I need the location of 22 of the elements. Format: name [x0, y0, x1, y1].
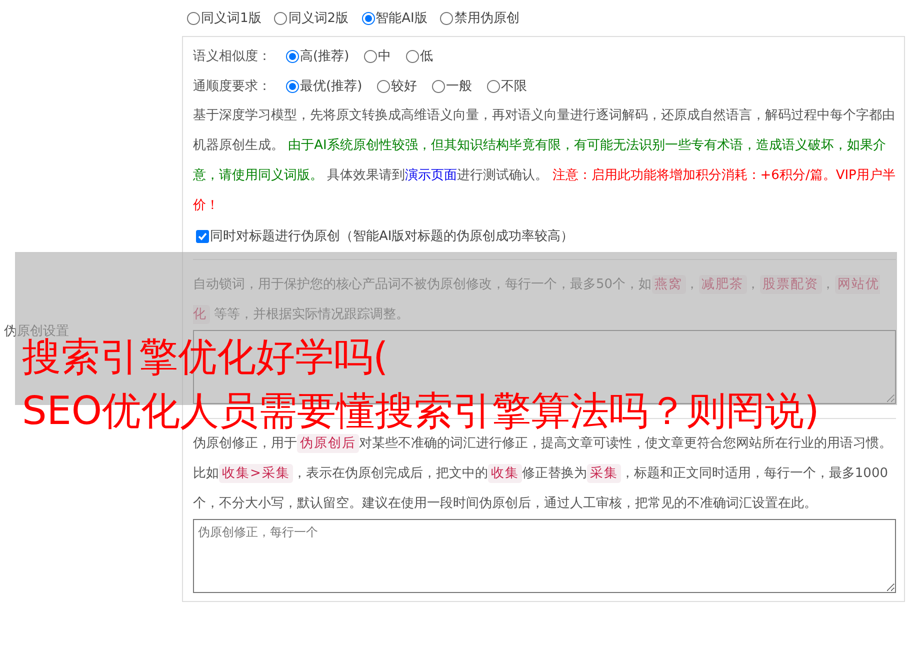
- radio-option[interactable]: 一般: [429, 77, 472, 95]
- radio-option[interactable]: 同义词2版: [271, 9, 349, 27]
- corrections-field[interactable]: 伪原创修正，每行一个: [193, 519, 896, 593]
- description-text: 基于深度学习模型，先将原文转换成高维语义向量，再对语义向量进行逐词解码，还原成自然语言，解码过程中每个字都由机器原创生成。 由于AI系统原创性较强，但其知识结构毕竟有限，有可能无法识别一些专有术语，造成语义破坏，如果介意，请使用同义词版。 具体效果请到演示页面进行测试确认。 注意：启用此功能将增加积分消耗：+6积分/篇。VIP用户半价！: [193, 107, 896, 215]
- check-icon: [198, 232, 207, 240]
- radio-option[interactable]: 较好: [374, 77, 418, 95]
- description-text: 自动锁词，用于保护您的核心产品词不被伪原创修改，每行一个，最多50个，如 燕窝 ， 减肥茶 ， 股票配资 ， 网站优化 等等，并根据实际情况跟踪调整。: [193, 274, 881, 326]
- overlay-title: SEO优化人员需要懂搜索引擎算法吗？则罔说): [22, 390, 820, 434]
- title-checkbox[interactable]: 同时对标题进行伪原创（智能AI版对标题的伪原创成功率较高）: [193, 227, 574, 245]
- option-label: 通顺度要求：: [193, 78, 271, 95]
- radio-option[interactable]: 中: [361, 47, 392, 65]
- option-label: 语义相似度：: [193, 48, 271, 65]
- description-text: 伪原创修正，用于 伪原创后 对某些不准确的词汇进行修正，提高文章可读性，使文章更符合您网站所在行业的用语习惯。比如 收集>采集 ，表示在伪原创完成后，把文中的 收集 修正替换为 采集 ，标题和正文同时适用，每行一个，最多1000个，不分大小写，默认留空。建议在使用一段时间伪原创后，通过人工审核，把常见的不准确词汇设置在此。: [193, 433, 893, 513]
- overlay-title: 搜索引擎优化好学吗(: [22, 336, 388, 380]
- radio-option[interactable]: 同义词1版: [184, 9, 262, 27]
- section-label: 伪原创设置: [3, 323, 69, 339]
- radio-option[interactable]: 禁用伪原创: [437, 9, 520, 27]
- radio-option[interactable]: 最优(推荐): [283, 77, 362, 95]
- radio-option[interactable]: 智能AI版: [358, 9, 428, 27]
- radio-option[interactable]: 低: [403, 47, 434, 65]
- radio-option[interactable]: 高(推荐): [283, 47, 350, 65]
- radio-option[interactable]: 不限: [484, 77, 528, 95]
